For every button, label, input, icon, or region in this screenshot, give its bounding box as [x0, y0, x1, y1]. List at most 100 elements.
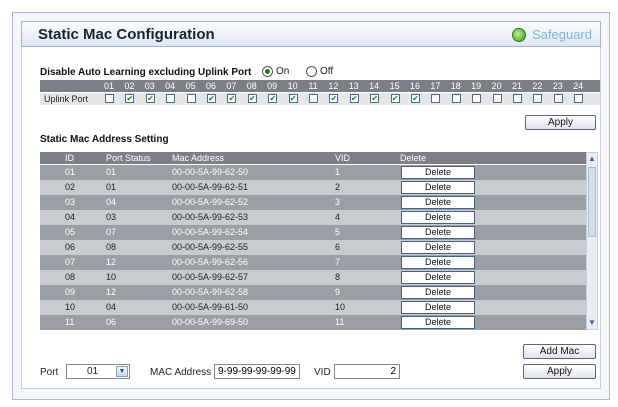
delete-button[interactable]: Delete: [401, 166, 475, 179]
radio-on-circle[interactable]: [262, 66, 273, 77]
port-number-label: 06: [205, 81, 216, 91]
radio-off-circle[interactable]: [306, 66, 317, 77]
uplink-port-checkbox[interactable]: [186, 94, 196, 103]
port-number-label: 18: [450, 81, 461, 91]
uplink-port-checkbox[interactable]: [309, 94, 318, 103]
uplink-port-label: Uplink Port: [44, 94, 89, 104]
uplink-port-checkbox[interactable]: ✔: [145, 94, 155, 103]
row-id: 11: [65, 317, 75, 327]
uplink-port-checkbox[interactable]: ✔: [329, 94, 339, 103]
row-vid: 10: [335, 302, 346, 312]
port-select-value: 01: [87, 366, 99, 377]
delete-button[interactable]: Delete: [401, 226, 475, 239]
scroll-up-icon[interactable]: ▲: [588, 155, 596, 163]
uplink-port-checkbox[interactable]: ✔: [227, 94, 237, 103]
delete-button[interactable]: Delete: [401, 181, 475, 194]
uplink-port-checkbox[interactable]: [574, 94, 584, 103]
port-number-label: 17: [430, 81, 441, 91]
port-number-label: 19: [471, 81, 482, 91]
col-port-status: Port Status: [106, 153, 151, 163]
delete-button[interactable]: Delete: [401, 256, 475, 269]
table-row: 04 03 00-00-5A-99-62-53 4 Delete: [40, 210, 586, 225]
scroll-thumb[interactable]: [588, 167, 596, 237]
mac-address-label: MAC Address: [150, 367, 212, 378]
port-number-label: 20: [491, 81, 502, 91]
table-row: 10 04 00-00-5A-99-61-50 10 Delete: [40, 300, 586, 315]
uplink-port-checkbox[interactable]: ✔: [411, 94, 420, 103]
table-row: 06 08 00-00-5A-99-62-55 6 Delete: [40, 240, 586, 255]
uplink-port-checkbox[interactable]: [431, 94, 441, 103]
row-port-status: 01: [106, 182, 117, 192]
row-vid: 5: [335, 227, 341, 237]
port-number-label: 24: [573, 81, 584, 91]
uplink-port-checkbox[interactable]: [513, 94, 522, 103]
row-port-status: 07: [106, 227, 117, 237]
row-mac-address: 00-00-5A-99-62-57: [172, 272, 249, 282]
mac-address-input[interactable]: [214, 364, 300, 379]
delete-button[interactable]: Delete: [401, 196, 475, 209]
table-row: 02 01 00-00-5A-99-62-51 2 Delete: [40, 180, 586, 195]
row-id: 03: [65, 197, 76, 207]
row-mac-address: 00-00-5A-99-62-56: [172, 257, 249, 267]
port-number-label: 09: [267, 81, 278, 91]
delete-button[interactable]: Delete: [401, 211, 475, 224]
uplink-port-checkbox[interactable]: [451, 94, 461, 103]
row-id: 02: [65, 182, 76, 192]
page-title: Static Mac Configuration: [38, 26, 215, 43]
add-mac-button[interactable]: Add Mac: [523, 344, 596, 359]
row-port-status: 10: [106, 272, 117, 282]
radio-off-label: Off: [320, 66, 334, 77]
delete-button[interactable]: Delete: [401, 301, 475, 314]
delete-button[interactable]: Delete: [401, 241, 475, 254]
table-row: 03 04 00-00-5A-99-62-52 3 Delete: [40, 195, 586, 210]
table-row: 08 10 00-00-5A-99-62-57 8 Delete: [40, 270, 586, 285]
uplink-port-checkbox[interactable]: ✔: [125, 94, 135, 103]
page-header: Static Mac Configuration Safeguard: [21, 21, 601, 47]
apply-mac-button[interactable]: Apply: [523, 364, 596, 379]
uplink-port-checkbox[interactable]: ✔: [370, 94, 380, 103]
port-number-label: 07: [226, 81, 237, 91]
row-vid: 8: [335, 272, 341, 282]
port-number-label: 02: [124, 81, 135, 91]
uplink-port-checkbox[interactable]: ✔: [247, 94, 257, 103]
row-id: 01: [65, 167, 76, 177]
uplink-port-checkbox[interactable]: ✔: [390, 94, 400, 103]
uplink-port-checkbox[interactable]: [492, 94, 502, 103]
table-row: 09 12 00-00-5A-99-62-58 9 Delete: [40, 285, 586, 300]
row-mac-address: 00-00-5A-99-69-50: [172, 317, 249, 327]
port-number-label: 08: [246, 81, 257, 91]
delete-button[interactable]: Delete: [401, 316, 475, 329]
uplink-port-checkbox[interactable]: ✔: [349, 94, 359, 103]
vid-input[interactable]: [334, 364, 400, 379]
uplink-port-checkbox[interactable]: [166, 94, 176, 103]
apply-ports-button[interactable]: Apply: [525, 115, 596, 130]
row-mac-address: 00-00-5A-99-62-55: [172, 242, 249, 252]
delete-button[interactable]: Delete: [401, 286, 475, 299]
uplink-port-checkbox[interactable]: [105, 94, 114, 103]
port-select[interactable]: 01 ▼: [66, 364, 130, 379]
port-number-label: 13: [348, 81, 359, 91]
col-delete: Delete: [400, 153, 427, 163]
row-port-status: 04: [106, 302, 117, 312]
row-id: 06: [65, 242, 76, 252]
uplink-port-checkbox[interactable]: [553, 94, 563, 103]
delete-button[interactable]: Delete: [401, 271, 475, 284]
uplink-port-checkbox[interactable]: ✔: [207, 94, 216, 103]
scroll-down-icon[interactable]: ▼: [588, 319, 596, 327]
port-number-label: 12: [328, 81, 339, 91]
row-id: 07: [65, 257, 76, 267]
port-number-label: 01: [103, 81, 114, 91]
radio-off[interactable]: Off: [306, 66, 333, 77]
radio-on[interactable]: On: [262, 66, 289, 77]
port-number-label: 15: [389, 81, 400, 91]
mac-table-scrollbar[interactable]: ▲ ▼: [586, 152, 598, 330]
uplink-port-checkbox[interactable]: [472, 94, 482, 103]
port-number-header: 01 02 03 04 05 06 07 08 09 10 11 12 13 14 15 16 17 18 19 20…: [40, 80, 600, 92]
table-row: 01 01 00-00-5A-99-62-50 1 Delete: [40, 165, 586, 180]
uplink-port-checkbox[interactable]: ✔: [288, 94, 298, 103]
chevron-down-icon[interactable]: ▼: [116, 366, 128, 377]
port-number-label: 05: [185, 81, 196, 91]
uplink-port-checkbox[interactable]: [533, 94, 543, 103]
port-number-label: 22: [532, 81, 543, 91]
uplink-port-checkbox[interactable]: ✔: [268, 94, 278, 103]
